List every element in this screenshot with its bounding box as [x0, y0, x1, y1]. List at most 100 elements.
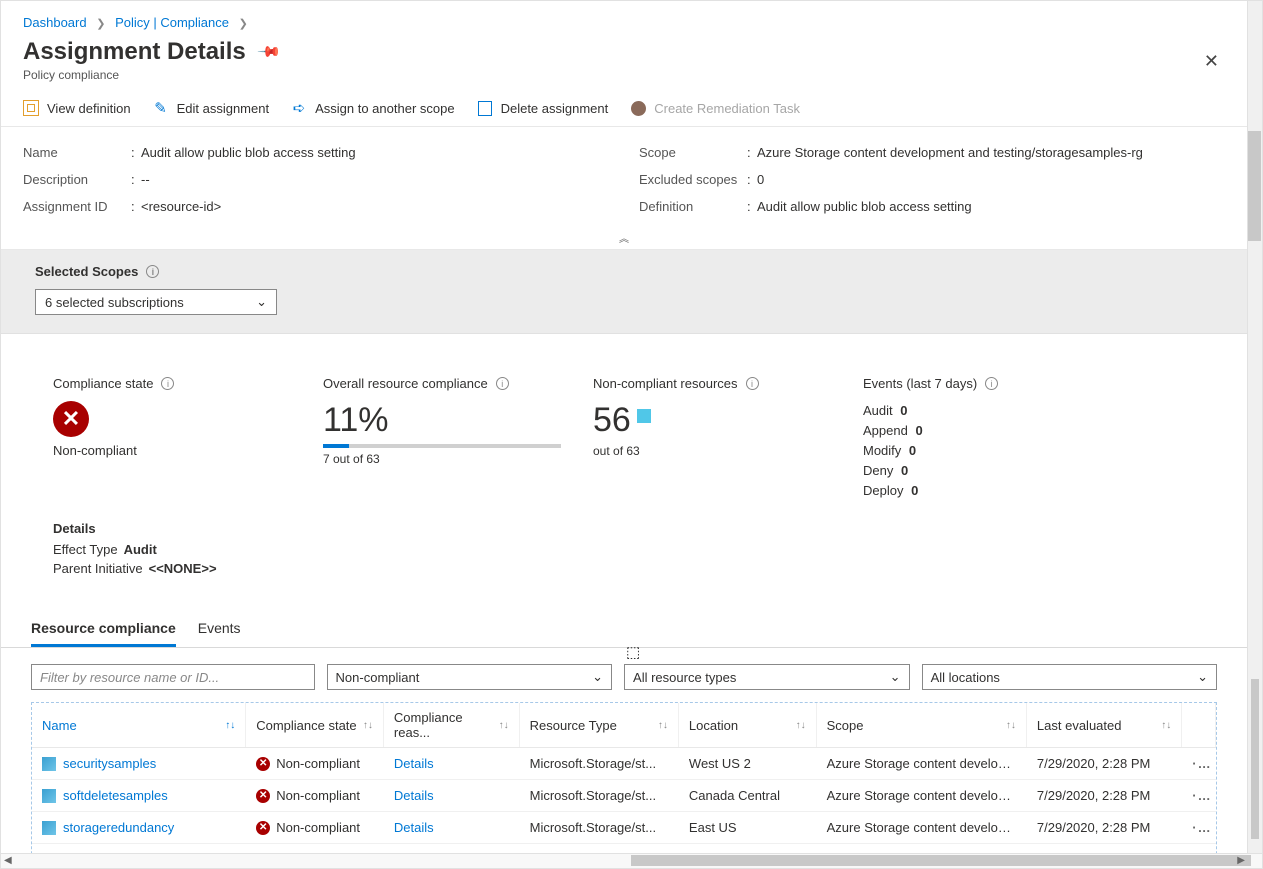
row-more-button[interactable]: ··· — [1182, 756, 1216, 771]
scope-selector-text: 6 selected subscriptions — [45, 295, 184, 310]
non-compliant-icon: ✕ — [256, 821, 270, 835]
cell-eval: 7/29/2020, 2:28 PM — [1027, 756, 1182, 771]
row-more-button[interactable]: ··· — [1182, 820, 1216, 835]
col-last-evaluated[interactable]: Last evaluated↑↓ — [1027, 703, 1182, 747]
prop-assignment-id-label: Assignment ID — [23, 199, 131, 214]
assign-another-scope-button[interactable]: ➪ Assign to another scope — [291, 100, 454, 116]
details-link[interactable]: Details — [394, 820, 434, 835]
non-compliant-icon: ✕ — [256, 757, 270, 771]
event-count: 0 — [911, 483, 918, 498]
scroll-left-arrow[interactable]: ◀ — [4, 855, 12, 866]
sort-icon: ↑↓ — [658, 720, 668, 731]
chevron-down-icon: ⌄ — [592, 669, 603, 685]
event-row: Modify 0 — [863, 441, 1123, 461]
chevron-down-icon: ⌄ — [890, 669, 901, 685]
edit-assignment-button[interactable]: ✎ Edit assignment — [153, 100, 270, 116]
cube-icon — [637, 409, 651, 423]
scroll-right-arrow[interactable]: ▶ — [1237, 855, 1245, 866]
resource-link[interactable]: storageredundancy — [63, 820, 174, 835]
sort-icon: ↑↓ — [1161, 720, 1171, 731]
tab-resource-compliance[interactable]: Resource compliance — [31, 614, 176, 647]
cell-type: Microsoft.Storage/st... — [520, 820, 679, 835]
prop-scope-label: Scope — [639, 145, 747, 160]
info-icon[interactable]: i — [146, 265, 159, 278]
info-icon[interactable]: i — [496, 377, 509, 390]
pin-icon[interactable]: 📌 — [256, 39, 282, 65]
event-count: 0 — [900, 403, 907, 418]
info-icon[interactable]: i — [161, 377, 174, 390]
view-definition-button[interactable]: View definition — [23, 100, 131, 116]
info-icon[interactable]: i — [985, 377, 998, 390]
event-row: Deny 0 — [863, 461, 1123, 481]
tabs: Resource compliance Events — [1, 590, 1247, 648]
prop-scope-value: Azure Storage content development and te… — [757, 145, 1225, 160]
filter-state-select[interactable]: Non-compliant⌄ — [327, 664, 613, 690]
sort-icon: ↑↓ — [225, 720, 235, 731]
resource-link[interactable]: securitysamples — [63, 756, 156, 771]
collapse-caret[interactable]: ︽ — [1, 226, 1247, 250]
col-compliance-state[interactable]: Compliance state↑↓ — [246, 703, 384, 747]
col-name[interactable]: Name↑↓ — [32, 703, 246, 747]
table-row[interactable]: securitysamples✕Non-compliantDetailsMicr… — [32, 748, 1216, 780]
row-more-button[interactable]: ··· — [1182, 788, 1216, 803]
cell-type: Microsoft.Storage/st... — [520, 788, 679, 803]
storage-icon — [42, 821, 56, 835]
command-bar: View definition ✎ Edit assignment ➪ Assi… — [1, 92, 1247, 127]
cell-reason: Details — [384, 756, 520, 771]
overall-compliance-label: Overall resource compliance — [323, 376, 488, 391]
resource-link[interactable]: softdeletesamples — [63, 788, 168, 803]
scope-selector[interactable]: 6 selected subscriptions ⌄ — [35, 289, 277, 315]
breadcrumb-policy[interactable]: Policy | Compliance — [115, 15, 229, 30]
cell-name: softdeletesamples — [32, 788, 246, 803]
delete-assignment-button[interactable]: Delete assignment — [477, 100, 609, 116]
overall-compliance-percent: 11% — [323, 401, 583, 440]
effect-type-label: Effect Type — [53, 542, 118, 557]
col-scope[interactable]: Scope↑↓ — [817, 703, 1027, 747]
details-link[interactable]: Details — [394, 756, 434, 771]
resource-grid: Name↑↓ Compliance state↑↓ Compliance rea… — [31, 702, 1217, 853]
cell-eval: 7/29/2020, 2:28 PM — [1027, 788, 1182, 803]
horizontal-scroll-thumb[interactable] — [631, 855, 1251, 866]
details-link[interactable]: Details — [394, 788, 434, 803]
grid-scroll-thumb[interactable] — [1251, 679, 1259, 839]
sort-icon: ↑↓ — [796, 720, 806, 731]
events-block: Events (last 7 days)i Audit 0Append 0Mod… — [863, 376, 1123, 501]
info-icon[interactable]: i — [746, 377, 759, 390]
create-remediation-label: Create Remediation Task — [654, 101, 800, 116]
table-row[interactable]: softdeletesamples✕Non-compliantDetailsMi… — [32, 780, 1216, 812]
progress-fill — [323, 444, 349, 448]
table-row[interactable]: storageredundancysamples✕Non-compliantDe… — [32, 844, 1216, 853]
chevron-down-icon: ⌄ — [256, 294, 267, 310]
title-row: Assignment Details 📌 — [1, 30, 1247, 66]
prop-definition-label: Definition — [639, 199, 747, 214]
prop-definition-value: Audit allow public blob access setting — [757, 199, 1225, 214]
details-block: Details Effect TypeAudit Parent Initiati… — [1, 511, 1247, 590]
filter-type-select[interactable]: All resource types⌄ — [624, 664, 910, 690]
event-name: Deploy — [863, 483, 903, 498]
filter-location-select[interactable]: All locations⌄ — [922, 664, 1217, 690]
table-row[interactable]: storageredundancy ✕Non-compliant Details Mi… — [32, 812, 1216, 844]
details-heading: Details — [53, 521, 1225, 536]
assign-another-label: Assign to another scope — [315, 101, 454, 116]
close-button[interactable]: ✕ — [1204, 51, 1219, 72]
prop-name-value: Audit allow public blob access setting — [141, 145, 609, 160]
breadcrumb-dashboard[interactable]: Dashboard — [23, 15, 87, 30]
col-resource-type[interactable]: Resource Type↑↓ — [520, 703, 679, 747]
edit-assignment-label: Edit assignment — [177, 101, 270, 116]
col-compliance-reason[interactable]: Compliance reas...↑↓ — [384, 703, 520, 747]
filter-row: Filter by resource name or ID... Non-com… — [1, 648, 1247, 698]
arrow-right-icon: ➪ — [291, 100, 307, 116]
cell-state: ✕Non-compliant — [246, 820, 384, 835]
breadcrumb: Dashboard ❯ Policy | Compliance ❯ — [1, 1, 1247, 30]
event-name: Modify — [863, 443, 901, 458]
tab-events[interactable]: Events — [198, 614, 241, 647]
selected-scopes-title: Selected Scopes — [35, 264, 138, 279]
page-root: Dashboard ❯ Policy | Compliance ❯ Assign… — [0, 0, 1263, 869]
prop-excluded-label: Excluded scopes — [639, 172, 747, 187]
prop-assignment-id-value: <resource-id> — [141, 199, 609, 214]
event-row: Deploy 0 — [863, 481, 1123, 501]
vertical-scroll-thumb[interactable] — [1248, 131, 1261, 241]
events-label: Events (last 7 days) — [863, 376, 977, 391]
filter-name-input[interactable]: Filter by resource name or ID... — [31, 664, 315, 690]
col-location[interactable]: Location↑↓ — [679, 703, 817, 747]
